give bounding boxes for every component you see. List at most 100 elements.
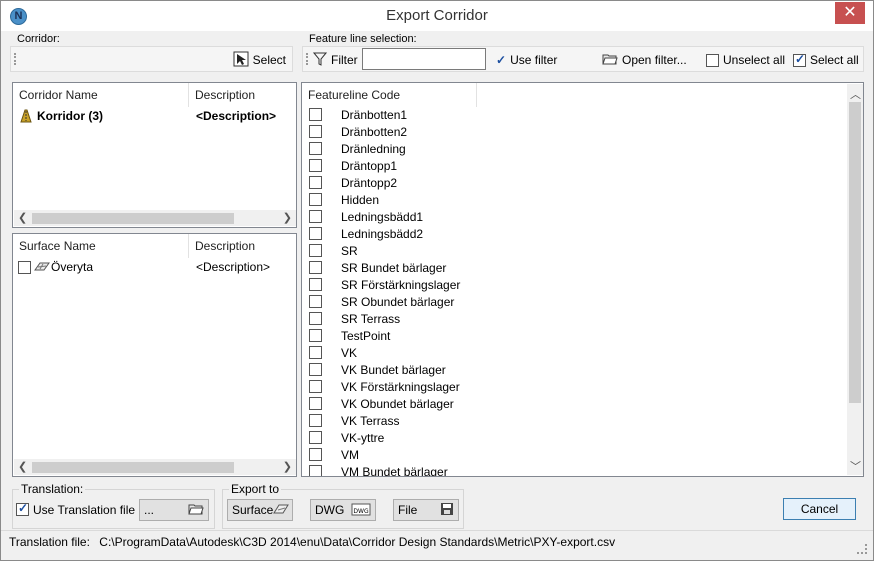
scroll-right-icon[interactable]: ❯: [283, 460, 292, 473]
funnel-icon: [312, 52, 328, 69]
scroll-down-icon[interactable]: ﹀: [850, 458, 861, 474]
featureline-checkbox[interactable]: [309, 261, 322, 274]
scroll-thumb[interactable]: [32, 462, 234, 473]
featureline-label: VK: [341, 346, 358, 360]
unselect-all-toggle[interactable]: Unselect all: [706, 50, 785, 70]
open-filter-button[interactable]: Open filter...: [602, 50, 687, 70]
toolbar-grip[interactable]: [306, 53, 308, 65]
featureline-checkbox[interactable]: [309, 159, 322, 172]
feature-group-label: Feature line selection:: [309, 33, 417, 45]
featureline-checkbox[interactable]: [309, 278, 322, 291]
column-header-featureline-code[interactable]: Featureline Code: [302, 83, 477, 107]
featureline-label: SR Bundet bärlager: [341, 261, 447, 275]
surface-name-cell: Överyta: [51, 260, 94, 274]
scroll-right-icon[interactable]: ❯: [283, 211, 292, 224]
list-item[interactable]: SR: [302, 243, 832, 260]
scroll-left-icon[interactable]: ❮: [18, 211, 27, 224]
list-item[interactable]: Dränledning: [302, 141, 832, 158]
cancel-button[interactable]: Cancel: [783, 498, 856, 520]
featureline-checkbox[interactable]: [309, 312, 322, 325]
column-header-description[interactable]: Description: [189, 83, 296, 107]
select-all-toggle[interactable]: Select all: [793, 50, 859, 70]
list-item[interactable]: Dränbotten1: [302, 107, 832, 124]
list-item[interactable]: VK Bundet bärlager: [302, 362, 832, 379]
featureline-checkbox[interactable]: [309, 210, 322, 223]
resize-grip-icon[interactable]: [857, 544, 867, 554]
featureline-checkbox[interactable]: [309, 244, 322, 257]
export-dwg-button[interactable]: DWG DWG: [310, 499, 376, 521]
list-item[interactable]: SR Obundet bärlager: [302, 294, 832, 311]
corridor-icon: [19, 109, 33, 126]
select-all-checkbox[interactable]: [793, 52, 806, 67]
list-item[interactable]: Dränbotten2: [302, 124, 832, 141]
table-row[interactable]: Överyta <Description>: [13, 258, 296, 276]
table-row[interactable]: Korridor (3) <Description>: [13, 107, 296, 125]
list-item[interactable]: Ledningsbädd2: [302, 226, 832, 243]
surface-checkbox[interactable]: [18, 261, 31, 274]
featureline-checkbox[interactable]: [309, 431, 322, 444]
featureline-checkbox[interactable]: [309, 142, 322, 155]
featureline-label: SR Obundet bärlager: [341, 295, 455, 309]
featureline-checkbox[interactable]: [309, 125, 322, 138]
scroll-left-icon[interactable]: ❮: [18, 460, 27, 473]
featureline-checkbox[interactable]: [309, 227, 322, 240]
list-item[interactable]: VK Förstärkningslager: [302, 379, 832, 396]
featureline-vertical-scrollbar[interactable]: ︿ ﹀: [847, 84, 863, 475]
featureline-label: VK Obundet bärlager: [341, 397, 454, 411]
featureline-checkbox[interactable]: [309, 448, 322, 461]
browse-translation-button[interactable]: ...: [139, 499, 209, 521]
list-item[interactable]: VM: [302, 447, 832, 464]
list-item[interactable]: Ledningsbädd1: [302, 209, 832, 226]
export-surface-button[interactable]: Surface: [227, 499, 293, 521]
translation-legend: Translation:: [19, 482, 86, 496]
featureline-checkbox[interactable]: [309, 108, 322, 121]
list-item[interactable]: Dräntopp2: [302, 175, 832, 192]
featureline-checkbox[interactable]: [309, 329, 322, 342]
close-button[interactable]: ✕: [835, 2, 865, 24]
featureline-checkbox[interactable]: [309, 346, 322, 359]
column-header-corridor-name[interactable]: Corridor Name: [13, 83, 189, 107]
featureline-checkbox[interactable]: [309, 465, 322, 476]
list-item[interactable]: SR Förstärkningslager: [302, 277, 832, 294]
column-header-description[interactable]: Description: [189, 234, 296, 258]
toolbar-grip[interactable]: [14, 53, 16, 65]
column-header-surface-name[interactable]: Surface Name: [13, 234, 189, 258]
list-item[interactable]: VK: [302, 345, 832, 362]
unselect-all-checkbox[interactable]: [706, 53, 719, 67]
title-bar: N Export Corridor ✕: [1, 1, 873, 31]
list-item[interactable]: VK-yttre: [302, 430, 832, 447]
list-item[interactable]: Hidden: [302, 192, 832, 209]
scroll-thumb[interactable]: [32, 213, 234, 224]
scroll-up-icon[interactable]: ︿: [850, 86, 861, 102]
list-item[interactable]: VK Obundet bärlager: [302, 396, 832, 413]
list-item[interactable]: Dräntopp1: [302, 158, 832, 175]
description-cell: <Description>: [196, 260, 271, 274]
surface-icon: [273, 502, 290, 519]
list-item[interactable]: SR Terrass: [302, 311, 832, 328]
featureline-checkbox[interactable]: [309, 176, 322, 189]
featureline-checkbox[interactable]: [309, 193, 322, 206]
featureline-label: Ledningsbädd2: [341, 227, 424, 241]
filter-input[interactable]: [362, 48, 486, 70]
list-item[interactable]: SR Bundet bärlager: [302, 260, 832, 277]
use-filter-toggle[interactable]: ✓ Use filter: [496, 50, 557, 70]
list-item[interactable]: TestPoint: [302, 328, 832, 345]
export-file-button[interactable]: File: [393, 499, 459, 521]
featureline-label: Dräntopp1: [341, 159, 398, 173]
list-item[interactable]: VK Terrass: [302, 413, 832, 430]
featureline-checkbox[interactable]: [309, 380, 322, 393]
featureline-label: Dränbotten2: [341, 125, 408, 139]
use-translation-checkbox[interactable]: [16, 501, 29, 516]
featureline-checkbox[interactable]: [309, 363, 322, 376]
featureline-checkbox[interactable]: [309, 295, 322, 308]
surface-horizontal-scrollbar[interactable]: ❮ ❯: [14, 459, 296, 475]
corridor-horizontal-scrollbar[interactable]: ❮ ❯: [14, 210, 296, 226]
select-button[interactable]: Select: [233, 50, 286, 70]
featureline-checkbox[interactable]: [309, 414, 322, 427]
window-title: Export Corridor: [386, 7, 488, 24]
list-item[interactable]: VM Bundet bärlager: [302, 464, 832, 476]
checkmark-icon: ✓: [496, 53, 507, 67]
featureline-checkbox[interactable]: [309, 397, 322, 410]
scroll-thumb[interactable]: [849, 102, 861, 403]
open-folder-icon: [602, 52, 618, 69]
